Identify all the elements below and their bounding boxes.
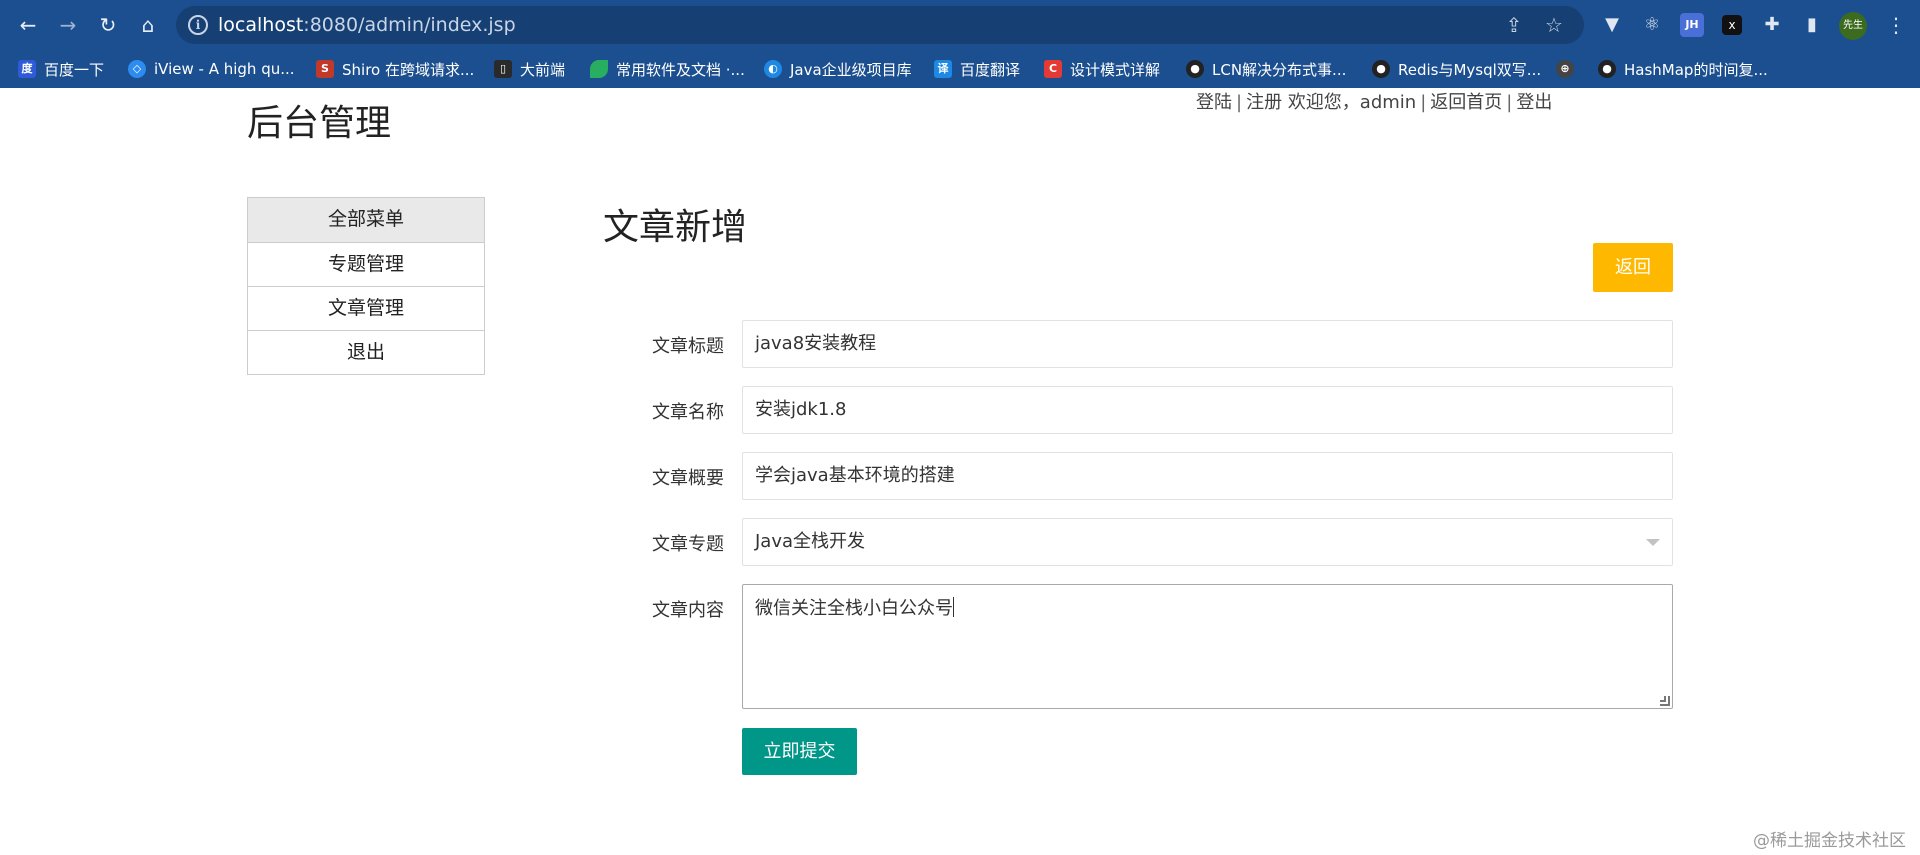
bookmark-star-icon[interactable]: ☆ bbox=[1542, 14, 1566, 36]
github-icon: ● bbox=[1598, 60, 1616, 78]
side-panel-icon[interactable]: ▮ bbox=[1800, 13, 1824, 37]
url-path: :8080/admin/index.jsp bbox=[303, 14, 516, 36]
shiro-icon: S bbox=[316, 60, 334, 78]
globe-icon: ⊕ bbox=[1556, 60, 1574, 78]
baidu-paw-icon: 度 bbox=[18, 60, 36, 78]
page-title: 文章新增 bbox=[603, 207, 748, 248]
article-summary-input[interactable]: 学会java基本环境的搭建 bbox=[742, 452, 1673, 500]
home-icon[interactable]: ⌂ bbox=[134, 11, 162, 39]
admin-page: 后台管理 登陆 | 注册 欢迎您，admin | 返回首页 | 登出 全部菜单 专题管理 文… bbox=[0, 88, 1920, 855]
bookmark-item[interactable]: ● LCN解决分布式事... bbox=[1186, 56, 1346, 82]
browser-toolbar: ← → ↻ ⌂ i localhost:8080/admin/index.jsp… bbox=[0, 0, 1920, 50]
browser-chrome: ← → ↻ ⌂ i localhost:8080/admin/index.jsp… bbox=[0, 0, 1920, 88]
separator: | bbox=[1236, 92, 1243, 113]
user-bar: 登陆 | 注册 欢迎您，admin | 返回首页 | 登出 bbox=[1196, 88, 1552, 114]
back-button[interactable]: 返回 bbox=[1593, 243, 1673, 292]
welcome-text: 欢迎您，admin bbox=[1287, 92, 1417, 113]
login-link[interactable]: 登陆 bbox=[1196, 92, 1232, 113]
submit-button[interactable]: 立即提交 bbox=[742, 728, 857, 775]
sidebar-item-exit[interactable]: 退出 bbox=[248, 330, 484, 374]
content-text: 微信关注全栈小白公众号 bbox=[755, 598, 953, 619]
content-label: 文章内容 bbox=[652, 600, 724, 621]
forward-arrow-icon[interactable]: → bbox=[54, 11, 82, 39]
bookmark-item[interactable]: ● Redis与Mysql双写... bbox=[1372, 56, 1541, 82]
bookmark-item[interactable]: C 设计模式详解 bbox=[1044, 56, 1160, 82]
url-host: localhost bbox=[218, 14, 304, 36]
bookmark-item[interactable]: 常用软件及文档 ·... bbox=[590, 56, 745, 82]
watermark: @稀土掘金技术社区 bbox=[1753, 831, 1906, 851]
text-caret bbox=[953, 597, 954, 617]
github-icon: ● bbox=[1186, 60, 1204, 78]
jh-extension-icon[interactable]: JH bbox=[1680, 13, 1704, 37]
name-label: 文章名称 bbox=[652, 402, 724, 423]
java-lib-icon: ◐ bbox=[764, 60, 782, 78]
leaf-icon bbox=[590, 60, 608, 78]
extensions-puzzle-icon[interactable]: ✚ bbox=[1760, 13, 1784, 37]
separator: | bbox=[1506, 92, 1513, 113]
address-bar[interactable]: i localhost:8080/admin/index.jsp ⇪ ☆ bbox=[176, 6, 1584, 44]
github-icon: ● bbox=[1372, 60, 1390, 78]
bookmark-item[interactable]: ⊕ bbox=[1556, 56, 1582, 82]
profile-avatar[interactable]: 先生 bbox=[1839, 12, 1867, 40]
share-icon[interactable]: ⇪ bbox=[1502, 14, 1526, 36]
x-extension-icon[interactable]: x bbox=[1722, 15, 1742, 35]
iview-icon: ◇ bbox=[128, 60, 146, 78]
bookmark-item[interactable]: ● HashMap的时间复... bbox=[1598, 56, 1768, 82]
bookmark-item[interactable]: ◇ iView - A high qu... bbox=[128, 56, 295, 82]
react-devtools-icon[interactable]: ⚛ bbox=[1640, 13, 1664, 37]
bookmarks-bar: 度百度一下 ◇ iView - A high qu... S Shiro 在跨域请求… bbox=[0, 50, 1920, 88]
topic-label: 文章专题 bbox=[652, 534, 724, 555]
bookmark-item[interactable]: 译百度翻译 bbox=[934, 56, 1020, 82]
c-icon: C bbox=[1044, 60, 1062, 78]
sidebar-item-topic-management[interactable]: 专题管理 bbox=[248, 242, 484, 286]
address-url[interactable]: localhost:8080/admin/index.jsp bbox=[218, 14, 516, 36]
sidebar-item-article-management[interactable]: 文章管理 bbox=[248, 286, 484, 330]
article-topic-select[interactable]: Java全栈开发 bbox=[742, 518, 1673, 566]
translate-icon: 译 bbox=[934, 60, 952, 78]
home-link[interactable]: 返回首页 bbox=[1430, 92, 1502, 113]
more-menu-icon[interactable]: ⋮ bbox=[1886, 13, 1906, 37]
reload-icon[interactable]: ↻ bbox=[94, 11, 122, 39]
bookmark-item[interactable]: 度百度一下 bbox=[18, 56, 104, 82]
summary-label: 文章概要 bbox=[652, 468, 724, 489]
book-icon: ▯ bbox=[494, 60, 512, 78]
back-arrow-icon[interactable]: ← bbox=[14, 11, 42, 39]
logout-link[interactable]: 登出 bbox=[1516, 92, 1552, 113]
vue-devtools-icon[interactable]: ▼ bbox=[1600, 13, 1624, 37]
separator: | bbox=[1420, 92, 1427, 113]
bookmark-item[interactable]: ▯ 大前端 bbox=[494, 56, 565, 82]
topic-selected-value: Java全栈开发 bbox=[755, 531, 866, 552]
bookmark-item[interactable]: S Shiro 在跨域请求... bbox=[316, 56, 474, 82]
article-content-textarea[interactable]: 微信关注全栈小白公众号 bbox=[742, 584, 1673, 709]
bookmark-item[interactable]: ◐ Java企业级项目库 bbox=[764, 56, 912, 82]
site-title: 后台管理 bbox=[247, 103, 392, 144]
site-info-icon[interactable]: i bbox=[188, 15, 208, 35]
sidebar-item-all-menu[interactable]: 全部菜单 bbox=[248, 198, 484, 242]
resize-handle-icon[interactable] bbox=[1660, 696, 1670, 706]
sidebar-menu: 全部菜单 专题管理 文章管理 退出 bbox=[247, 197, 485, 375]
article-name-input[interactable]: 安装jdk1.8 bbox=[742, 386, 1673, 434]
register-link[interactable]: 注册 bbox=[1246, 92, 1282, 113]
title-label: 文章标题 bbox=[652, 336, 724, 357]
article-title-input[interactable]: java8安装教程 bbox=[742, 320, 1673, 368]
chevron-down-icon bbox=[1646, 539, 1660, 546]
